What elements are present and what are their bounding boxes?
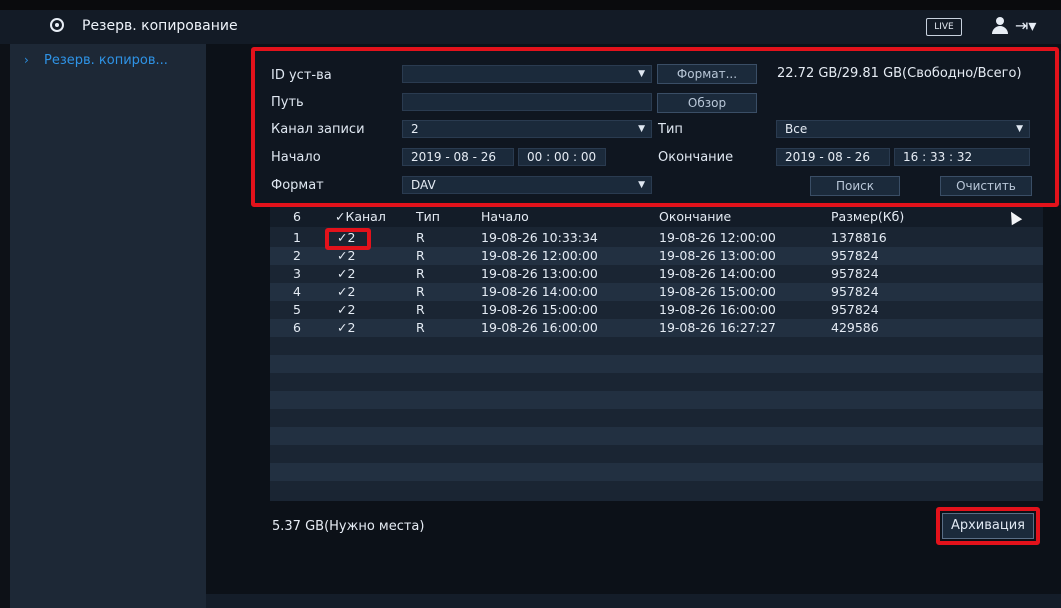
row-end: 19-08-26 15:00:00 [659, 284, 776, 299]
header-channel[interactable]: ✓Канал [335, 209, 386, 224]
row-index: 2 [293, 248, 301, 263]
title-bar: Резерв. копирование LIVE ⇥▾ [0, 10, 1061, 44]
sidebar-item-backup[interactable]: › Резерв. копиров... [10, 50, 206, 74]
space-needed-text: 5.37 GB(Нужно места) [272, 519, 425, 534]
row-type: R [416, 230, 425, 245]
empty-row [270, 355, 1043, 373]
row-end: 19-08-26 16:27:27 [659, 320, 776, 335]
logout-icon[interactable]: ⇥▾ [1015, 17, 1039, 35]
page-title: Резерв. копирование [82, 18, 238, 34]
row-start: 19-08-26 12:00:00 [481, 248, 598, 263]
bottom-bar [206, 594, 1061, 608]
row-size: 957824 [831, 266, 879, 281]
empty-row [270, 427, 1043, 445]
row-type: R [416, 302, 425, 317]
results-table: 6 ✓Канал Тип Начало Окончание Размер(Кб)… [270, 207, 1043, 501]
table-row[interactable]: 1 ✓2 R 19-08-26 10:33:34 19-08-26 12:00:… [270, 229, 1043, 247]
row-type: R [416, 266, 425, 281]
row-type: R [416, 284, 425, 299]
row-size: 429586 [831, 320, 879, 335]
chevron-right-icon: › [24, 53, 29, 67]
row-index: 3 [293, 266, 301, 281]
row-index: 1 [293, 230, 301, 245]
highlight-channel-checkbox [325, 228, 371, 250]
backup-app-icon [50, 18, 64, 32]
header-type: Тип [416, 209, 440, 224]
row-start: 19-08-26 16:00:00 [481, 320, 598, 335]
sidebar-item-label: Резерв. копиров... [44, 53, 168, 68]
header-count: 6 [293, 209, 301, 224]
highlight-form [251, 47, 1059, 207]
row-type: R [416, 320, 425, 335]
row-start: 19-08-26 13:00:00 [481, 266, 598, 281]
header-start: Начало [481, 209, 529, 224]
row-channel-checkbox[interactable]: ✓2 [337, 248, 355, 263]
row-start: 19-08-26 14:00:00 [481, 284, 598, 299]
header-end: Окончание [659, 209, 732, 224]
live-button[interactable]: LIVE [926, 18, 962, 36]
table-row[interactable]: 6 ✓2 R 19-08-26 16:00:00 19-08-26 16:27:… [270, 319, 1043, 337]
empty-row [270, 463, 1043, 481]
row-type: R [416, 248, 425, 263]
row-start: 19-08-26 15:00:00 [481, 302, 598, 317]
row-index: 6 [293, 320, 301, 335]
top-strip [0, 0, 1061, 10]
row-size: 957824 [831, 302, 879, 317]
row-end: 19-08-26 16:00:00 [659, 302, 776, 317]
table-row[interactable]: 4 ✓2 R 19-08-26 14:00:00 19-08-26 15:00:… [270, 283, 1043, 301]
table-header: 6 ✓Канал Тип Начало Окончание Размер(Кб) [270, 207, 1043, 227]
highlight-backup-button [936, 507, 1040, 545]
header-size: Размер(Кб) [831, 209, 905, 224]
row-end: 19-08-26 12:00:00 [659, 230, 776, 245]
row-index: 5 [293, 302, 301, 317]
row-size: 1378816 [831, 230, 887, 245]
row-index: 4 [293, 284, 301, 299]
sidebar: › Резерв. копиров... [10, 44, 206, 608]
row-size: 957824 [831, 284, 879, 299]
row-start: 19-08-26 10:33:34 [481, 230, 598, 245]
row-size: 957824 [831, 248, 879, 263]
user-icon[interactable] [991, 16, 1009, 36]
row-channel-checkbox[interactable]: ✓2 [337, 320, 355, 335]
row-channel-checkbox[interactable]: ✓2 [337, 266, 355, 281]
row-end: 19-08-26 14:00:00 [659, 266, 776, 281]
table-row[interactable]: 5 ✓2 R 19-08-26 15:00:00 19-08-26 16:00:… [270, 301, 1043, 319]
row-channel-checkbox[interactable]: ✓2 [337, 302, 355, 317]
row-end: 19-08-26 13:00:00 [659, 248, 776, 263]
table-row[interactable]: 2 ✓2 R 19-08-26 12:00:00 19-08-26 13:00:… [270, 247, 1043, 265]
row-channel-checkbox[interactable]: ✓2 [337, 284, 355, 299]
table-row[interactable]: 3 ✓2 R 19-08-26 13:00:00 19-08-26 14:00:… [270, 265, 1043, 283]
empty-row [270, 391, 1043, 409]
